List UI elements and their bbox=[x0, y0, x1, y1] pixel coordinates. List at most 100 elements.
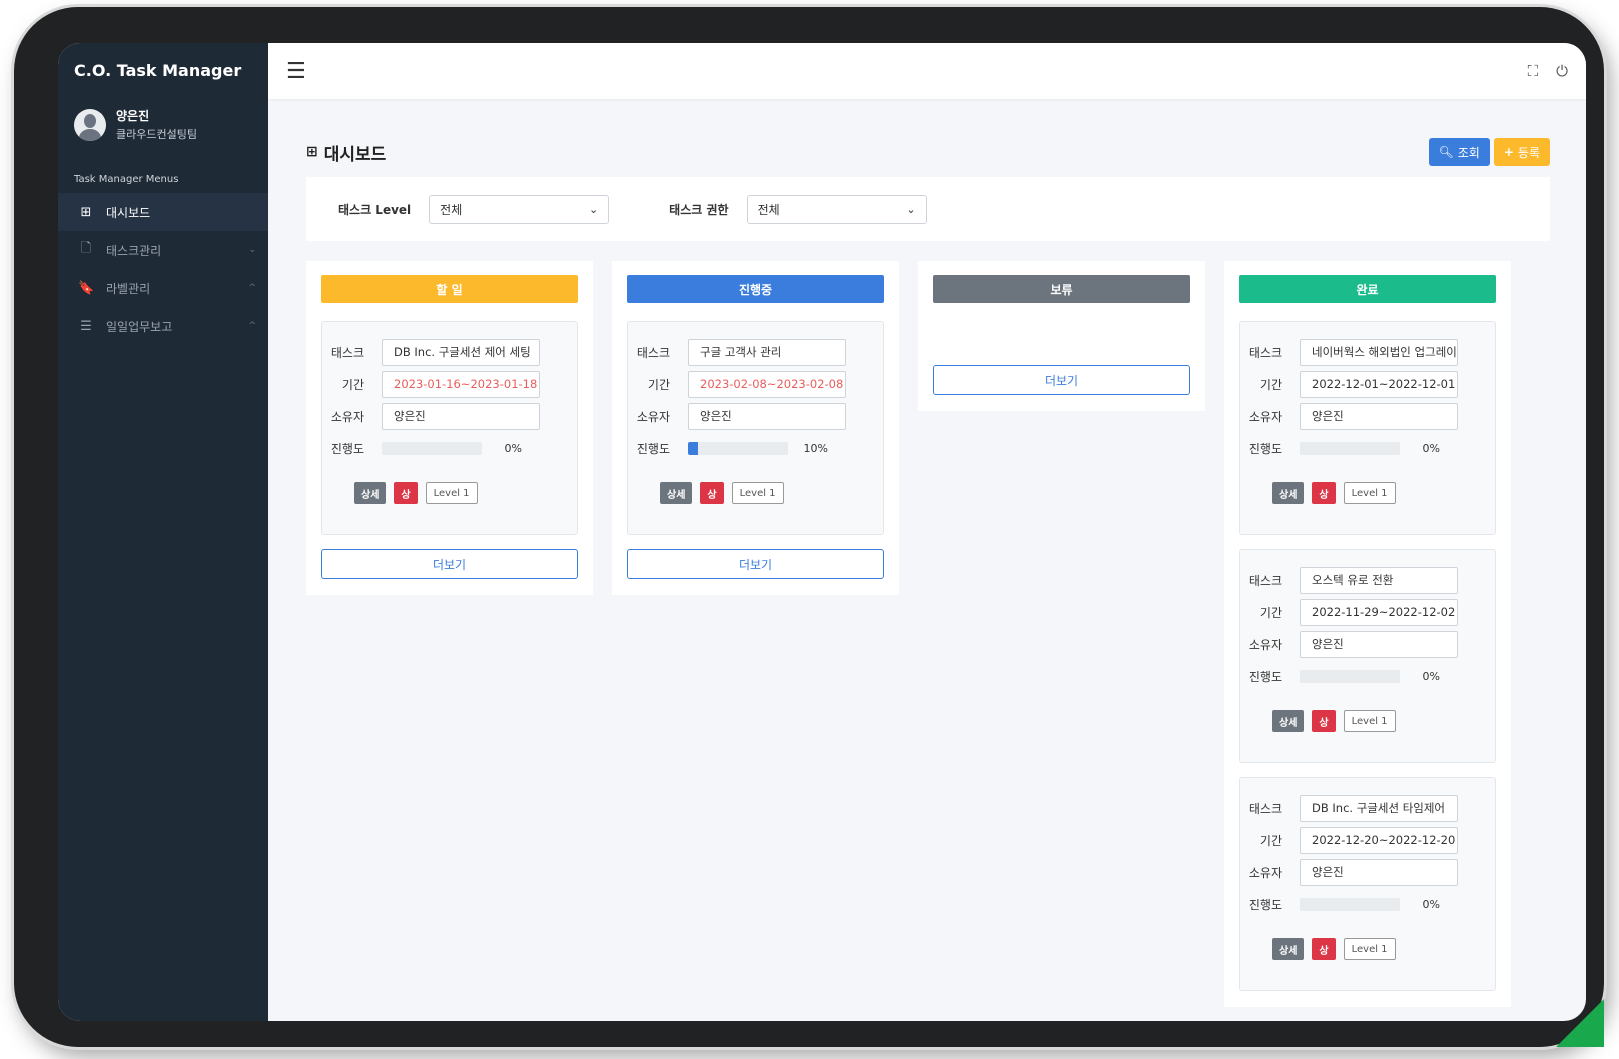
progress-label: 진행도 bbox=[1248, 441, 1282, 456]
task-row: 태스크 DB Inc. 구글세션 타임제어 bbox=[1240, 792, 1495, 824]
sidebar-item-dashboard[interactable]: ⊞ 대시보드 bbox=[58, 193, 268, 231]
progress-percent: 0% bbox=[504, 441, 522, 455]
period-row: 기간 2023-02-08~2023-02-08 bbox=[628, 368, 883, 400]
level-select[interactable]: 전체 ⌄ bbox=[429, 194, 610, 224]
sidebar-item-label-management[interactable]: 🔖 라벨관리 ^ bbox=[58, 269, 268, 307]
progress-label: 진행도 bbox=[1248, 669, 1282, 684]
progress-percent: 0% bbox=[1422, 669, 1440, 683]
task-name-field[interactable]: DB Inc. 구글세션 제어 세팅 bbox=[382, 338, 540, 366]
sidebar-item-task-management[interactable]: 🗋 태스크관리 ⌄ bbox=[58, 231, 268, 269]
owner-label: 소유자 bbox=[1248, 865, 1282, 880]
search-button[interactable]: 🔍︎ 조회 bbox=[1428, 138, 1490, 166]
period-row: 기간 2023-01-16~2023-01-18 bbox=[322, 368, 577, 400]
level-select-value: 전체 bbox=[440, 202, 463, 217]
add-button[interactable]: + 등록 bbox=[1493, 138, 1550, 166]
search-icon: 🔍︎ bbox=[1438, 145, 1454, 159]
progress-row: 진행도 0% bbox=[322, 432, 577, 464]
owner-field[interactable]: 양은진 bbox=[688, 402, 846, 430]
task-badges: 상세 상 Level 1 bbox=[1272, 938, 1495, 960]
level-filter-label: 태스크 Level bbox=[338, 202, 412, 217]
owner-field[interactable]: 양은진 bbox=[1300, 402, 1458, 430]
task-list: 태스크 구글 고객사 관리 기간 2023-02-08~2023-02-08 소… bbox=[627, 321, 884, 535]
more-button[interactable]: 더보기 bbox=[627, 549, 884, 579]
grid-icon: ⊞ bbox=[306, 144, 318, 160]
progress-bar bbox=[1300, 897, 1400, 911]
user-name: 양은진 bbox=[116, 109, 150, 123]
chevron-down-icon: ⌄ bbox=[588, 202, 599, 216]
owner-label: 소유자 bbox=[330, 409, 364, 424]
period-field[interactable]: 2022-12-01~2022-12-01 bbox=[1300, 370, 1458, 398]
period-label: 기간 bbox=[1259, 833, 1282, 848]
task-card: 태스크 네이버웍스 해외법인 업그레이드 기간 2022-12-01~2022-… bbox=[1239, 321, 1496, 535]
kanban-column: 할 일 태스크 DB Inc. 구글세션 제어 세팅 기간 2023-01-16… bbox=[306, 261, 593, 595]
task-label: 태스크 bbox=[330, 345, 364, 360]
column-header: 진행중 bbox=[627, 275, 884, 303]
owner-field[interactable]: 양은진 bbox=[1300, 630, 1458, 658]
sidebar-item-label: 대시보드 bbox=[106, 205, 151, 220]
detail-button[interactable]: 상세 bbox=[660, 482, 693, 504]
detail-button[interactable]: 상세 bbox=[1272, 710, 1305, 732]
period-field[interactable]: 2023-02-08~2023-02-08 bbox=[688, 370, 846, 398]
period-label: 기간 bbox=[1259, 377, 1282, 392]
progress-label: 진행도 bbox=[1248, 897, 1282, 912]
user-team: 클라우드컨설팅팀 bbox=[116, 128, 197, 141]
period-field[interactable]: 2022-12-20~2022-12-20 bbox=[1300, 826, 1458, 854]
level-badge: Level 1 bbox=[731, 482, 784, 504]
chevron-down-icon: ⌄ bbox=[906, 202, 916, 216]
owner-field[interactable]: 양은진 bbox=[1300, 858, 1458, 886]
avatar bbox=[74, 108, 106, 141]
task-name-field[interactable]: 네이버웍스 해외법인 업그레이드 bbox=[1300, 338, 1458, 366]
chevron-up-icon: ^ bbox=[248, 321, 256, 331]
app-title[interactable]: C.O. Task Manager bbox=[58, 43, 268, 99]
owner-row: 소유자 양은진 bbox=[1240, 628, 1495, 660]
kanban-column: 보류 더보기 bbox=[918, 261, 1205, 411]
main-area: ☰ ⛶ ⏻ ⊞ 대시보드 🔍︎ 조회 + 등록 태스크 Level 전체 ⌄ 태… bbox=[268, 43, 1586, 1021]
owner-row: 소유자 양은진 bbox=[1240, 856, 1495, 888]
app-screen: C.O. Task Manager 양은진 클라우드컨설팅팀 Task Mana… bbox=[58, 43, 1586, 1021]
level-badge: Level 1 bbox=[1343, 710, 1396, 732]
progress-wrap: 0% bbox=[1300, 669, 1440, 683]
detail-button[interactable]: 상세 bbox=[1272, 482, 1305, 504]
sidebar-item-daily-report[interactable]: ☰ 일일업무보고 ^ bbox=[58, 307, 268, 345]
task-badges: 상세 상 Level 1 bbox=[1272, 482, 1495, 504]
kanban-column: 완료 태스크 네이버웍스 해외법인 업그레이드 기간 2022-12-01~20… bbox=[1224, 261, 1511, 1007]
page-title: ⊞ 대시보드 bbox=[306, 140, 386, 165]
priority-badge: 상 bbox=[394, 482, 418, 504]
detail-button[interactable]: 상세 bbox=[1272, 938, 1305, 960]
hamburger-menu-icon[interactable]: ☰ bbox=[286, 59, 306, 84]
owner-row: 소유자 양은진 bbox=[322, 400, 577, 432]
detail-button[interactable]: 상세 bbox=[354, 482, 387, 504]
plus-icon: + bbox=[1503, 145, 1514, 159]
period-field[interactable]: 2023-01-16~2023-01-18 bbox=[382, 370, 540, 398]
fullscreen-icon[interactable]: ⛶ bbox=[1528, 62, 1539, 80]
more-button[interactable]: 더보기 bbox=[321, 549, 578, 579]
chevron-down-icon: ⌄ bbox=[248, 245, 256, 255]
progress-bar bbox=[1300, 669, 1400, 683]
period-label: 기간 bbox=[1259, 605, 1282, 620]
owner-field[interactable]: 양은진 bbox=[382, 402, 540, 430]
sidebar-item-label: 일일업무보고 bbox=[106, 319, 173, 334]
period-field[interactable]: 2022-11-29~2022-12-02 bbox=[1300, 598, 1458, 626]
more-button[interactable]: 더보기 bbox=[933, 365, 1190, 395]
level-badge: Level 1 bbox=[1343, 482, 1396, 504]
add-button-label: 등록 bbox=[1517, 145, 1540, 160]
task-list: 태스크 네이버웍스 해외법인 업그레이드 기간 2022-12-01~2022-… bbox=[1239, 321, 1496, 991]
task-name-field[interactable]: 구글 고객사 관리 bbox=[688, 338, 846, 366]
power-icon[interactable]: ⏻ bbox=[1556, 62, 1568, 80]
priority-badge: 상 bbox=[700, 482, 724, 504]
grid-icon: ⊞ bbox=[80, 204, 92, 220]
task-name-field[interactable]: 오스텍 유로 전환 bbox=[1300, 566, 1458, 594]
task-label: 태스크 bbox=[1248, 345, 1282, 360]
progress-percent: 0% bbox=[1422, 897, 1440, 911]
topbar: ☰ ⛶ ⏻ bbox=[268, 43, 1586, 99]
task-name-field[interactable]: DB Inc. 구글세션 타임제어 bbox=[1300, 794, 1458, 822]
sidebar-item-label: 라벨관리 bbox=[106, 281, 151, 296]
task-badges: 상세 상 Level 1 bbox=[660, 482, 883, 504]
role-select-value: 전체 bbox=[757, 202, 780, 217]
task-badges: 상세 상 Level 1 bbox=[1272, 710, 1495, 732]
filter-bar: 태스크 Level 전체 ⌄ 태스크 권한 전체 ⌄ bbox=[306, 177, 1550, 241]
priority-badge: 상 bbox=[1312, 938, 1336, 960]
role-select[interactable]: 전체 ⌄ bbox=[746, 194, 927, 224]
page-title-text: 대시보드 bbox=[323, 144, 387, 165]
period-row: 기간 2022-11-29~2022-12-02 bbox=[1240, 596, 1495, 628]
